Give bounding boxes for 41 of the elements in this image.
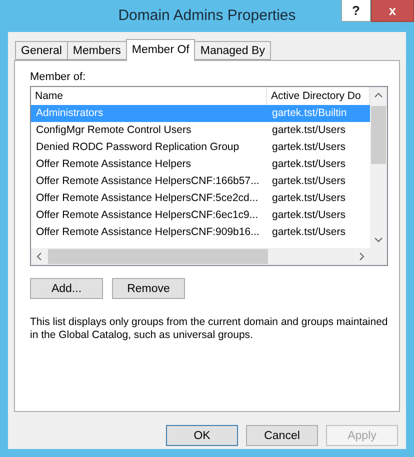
table-cell-text: gartek.tst/Users — [271, 225, 347, 240]
vertical-scrollbar[interactable] — [370, 87, 387, 248]
table-cell-text: ConfigMgr Remote Control Users — [35, 123, 192, 138]
tab[interactable]: Managed By — [194, 41, 271, 60]
group-row[interactable]: Offer Remote Assistance Helpers gartek.tst/Users — [31, 156, 370, 173]
action-button[interactable]: Remove — [112, 278, 185, 299]
dialog-button[interactable]: OK — [166, 425, 238, 446]
table-cell-text: gartek.tst/Users — [271, 140, 347, 155]
horizontal-scrollbar[interactable] — [31, 248, 370, 265]
group-row[interactable]: Denied RODC Password Replication Group gartek.tst/Users — [31, 139, 370, 156]
table-cell-text: gartek.tst/Users — [271, 174, 347, 189]
table-cell-text: Offer Remote Assistance HelpersCNF:5ce2cd... — [35, 191, 260, 206]
info-text: This list displays only groups from the current domain and groups maintained in the Global Catalog, such as universal groups. — [30, 316, 388, 342]
group-row[interactable]: Offer Remote Assistance HelpersCNF:5ce2cd... gartek.tst/Users — [31, 190, 370, 207]
table-cell-text: Denied RODC Password Replication Group — [35, 140, 240, 155]
table-cell-text: Offer Remote Assistance Helpers — [35, 157, 192, 172]
table-cell-text: gartek.tst/Builtin — [271, 106, 348, 121]
table-cell-text: Offer Remote Assistance HelpersCNF:166b57... — [35, 174, 260, 189]
group-row[interactable]: Offer Remote Assistance HelpersCNF:166b57... gartek.tst/Users — [31, 173, 370, 190]
help-button[interactable]: ? — [341, 0, 371, 22]
table-cell-text: gartek.tst/Users — [271, 208, 347, 223]
scroll-thumb[interactable] — [371, 106, 386, 164]
group-row[interactable]: Offer Remote Assistance HelpersCNF:6ec1c9... gartek.tst/Users — [31, 207, 370, 224]
table-cell-text: gartek.tst/Users — [271, 191, 347, 206]
group-list[interactable] — [30, 86, 388, 266]
table-cell-text: gartek.tst/Users — [271, 157, 347, 172]
window-title: Domain Admins Properties — [117, 7, 297, 24]
table-cell-text: gartek.tst/Users — [271, 123, 347, 138]
table-cell-text: Administrators — [35, 106, 104, 121]
tab[interactable]: General — [15, 41, 68, 60]
list-label: Member of: — [30, 71, 87, 83]
action-button[interactable]: Add... — [30, 278, 103, 299]
group-row[interactable]: Offer Remote Assistance HelpersCNF:909b16... gartek.tst/Users — [31, 224, 370, 241]
dialog-button[interactable]: Cancel — [246, 425, 318, 446]
table-cell-text: Offer Remote Assistance HelpersCNF:909b16... — [35, 225, 260, 240]
close-button[interactable]: x — [371, 0, 414, 22]
tab[interactable]: Members — [66, 41, 127, 60]
group-row[interactable]: ConfigMgr Remote Control Users gartek.tst/Users — [31, 122, 370, 139]
tab[interactable]: Member Of — [126, 39, 196, 61]
scroll-thumb[interactable] — [48, 249, 268, 264]
table-cell-text: Offer Remote Assistance HelpersCNF:6ec1c9... — [35, 208, 260, 223]
